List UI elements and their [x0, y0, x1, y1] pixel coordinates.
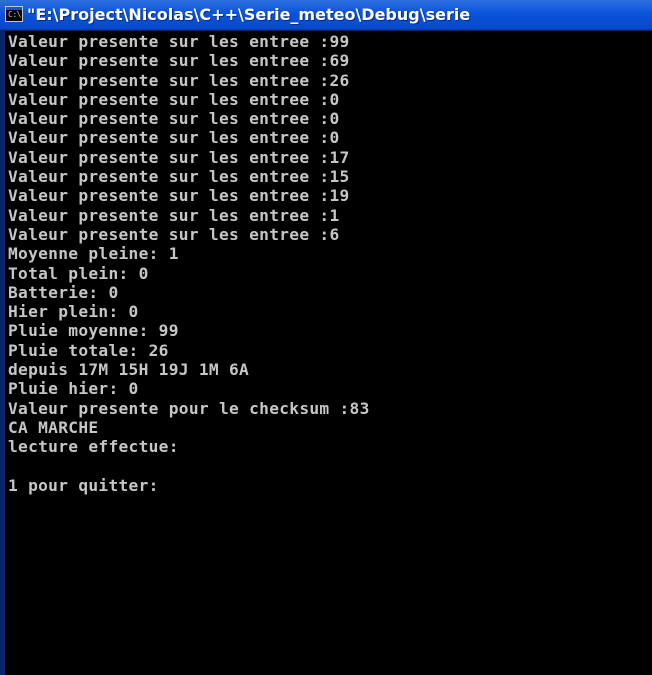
console-line: Valeur presente sur les entree :15 — [8, 167, 350, 187]
console-line: lecture effectue: — [8, 437, 179, 457]
console-output[interactable]: Valeur presente sur les entree :99 Valeu… — [5, 31, 652, 675]
console-app-icon[interactable]: C:\ — [5, 6, 23, 22]
window-title: "E:\Project\Nicolas\C++\Serie_meteo\Debu… — [27, 5, 471, 24]
console-line: Hier plein: 0 — [8, 302, 139, 322]
console-line: Pluie totale: 26 — [8, 340, 169, 360]
console-prompt-line: 1 pour quitter: — [8, 475, 159, 495]
console-window: C:\ "E:\Project\Nicolas\C++\Serie_meteo\… — [0, 0, 652, 675]
title-bar[interactable]: C:\ "E:\Project\Nicolas\C++\Serie_meteo\… — [0, 0, 652, 30]
console-line: Valeur presente pour le checksum :83 — [8, 398, 370, 418]
console-line: Valeur presente sur les entree :6 — [8, 224, 340, 244]
console-line: Valeur presente sur les entree :19 — [8, 186, 350, 206]
console-line: Valeur presente sur les entree :0 — [8, 128, 340, 148]
console-line: Valeur presente sur les entree :0 — [8, 89, 340, 109]
console-line: Valeur presente sur les entree :1 — [8, 205, 340, 225]
console-line: Valeur presente sur les entree :26 — [8, 70, 350, 90]
console-line: Pluie hier: 0 — [8, 379, 139, 399]
console-line: CA MARCHE — [8, 417, 99, 437]
console-line: Valeur presente sur les entree :69 — [8, 51, 350, 71]
console-line: Batterie: 0 — [8, 282, 119, 302]
console-line: Valeur presente sur les entree :17 — [8, 147, 350, 167]
console-line: Pluie moyenne: 99 — [8, 321, 179, 341]
console-line: Moyenne pleine: 1 — [8, 244, 179, 264]
app-icon-label: C:\ — [8, 10, 21, 19]
console-line: Valeur presente sur les entree :99 — [8, 32, 350, 51]
console-lines: Valeur presente sur les entree :99 Valeu… — [8, 32, 370, 495]
console-line: Valeur presente sur les entree :0 — [8, 109, 340, 129]
console-line: depuis 17M 15H 19J 1M 6A — [8, 360, 250, 380]
console-line: Total plein: 0 — [8, 263, 149, 283]
